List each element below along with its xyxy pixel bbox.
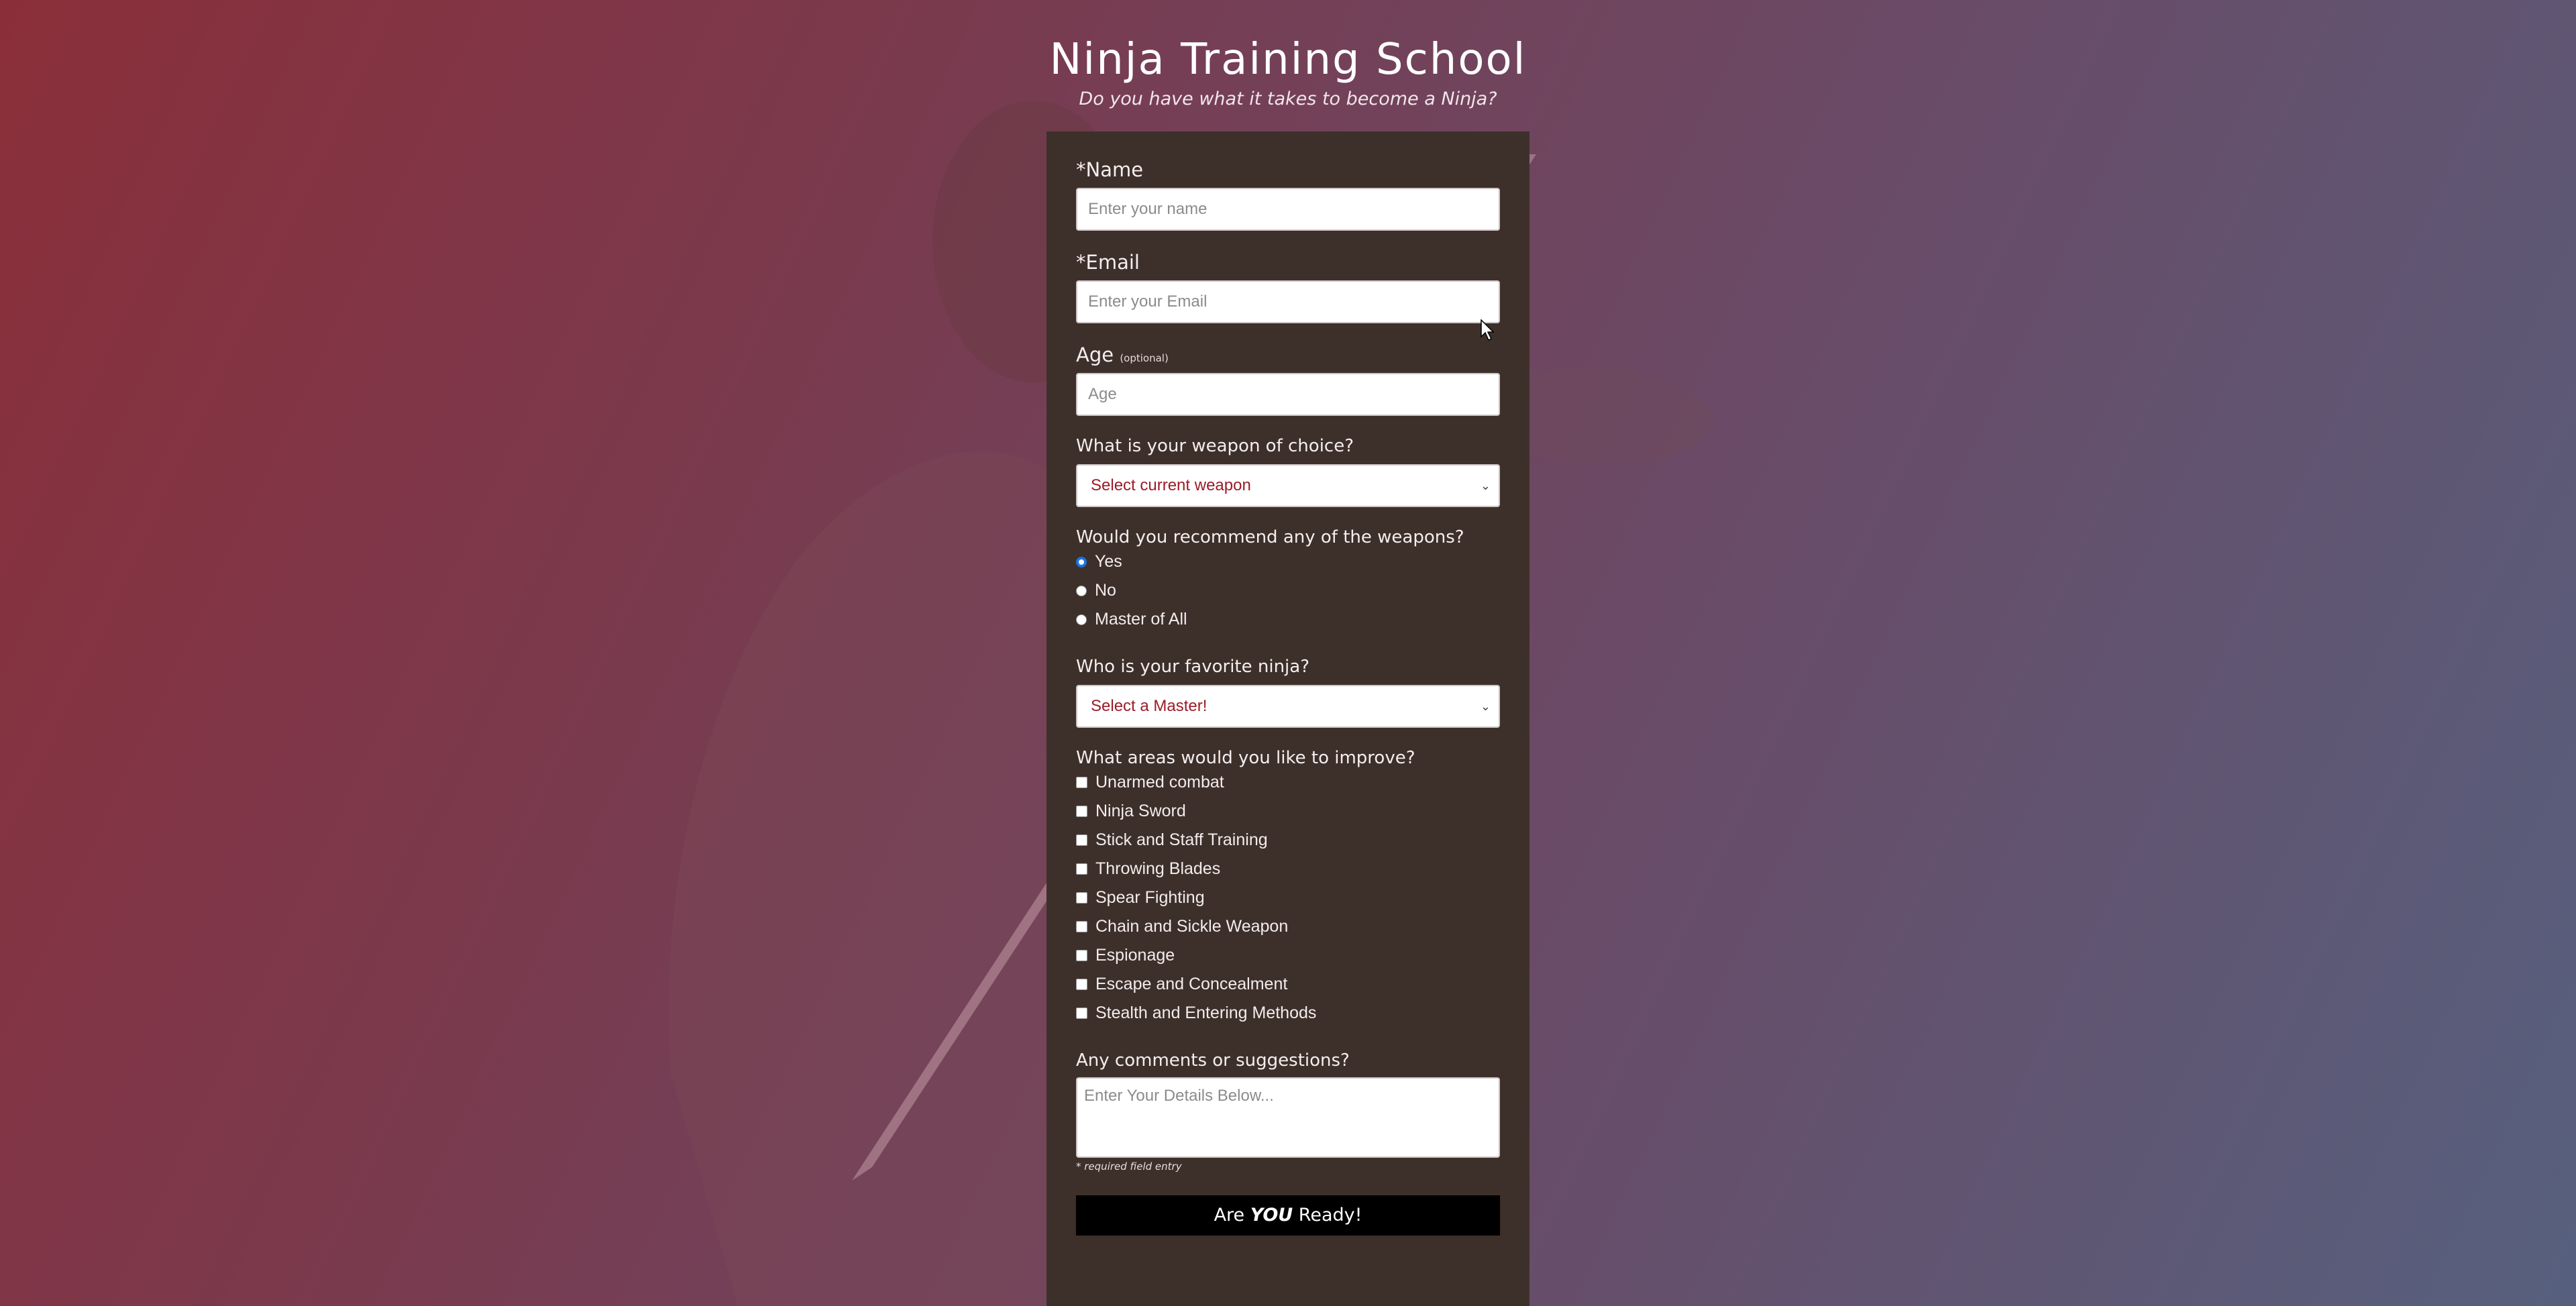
radio-option-no[interactable]: No	[1076, 576, 1500, 605]
page-header: Ninja Training School Do you have what i…	[738, 27, 1838, 109]
name-label: *Name	[1076, 158, 1144, 181]
weapon-group: What is your weapon of choice? Select cu…	[1076, 436, 1500, 507]
checkbox-option[interactable]: Chain and Sickle Weapon	[1076, 912, 1500, 941]
page-subtitle: Do you have what it takes to become a Ni…	[1079, 89, 1497, 109]
improve-label: What areas would you like to improve?	[1076, 748, 1415, 768]
radio-button[interactable]	[1076, 614, 1087, 625]
chevron-down-icon: ⌄	[1480, 700, 1491, 713]
radio-option-yes[interactable]: Yes	[1076, 547, 1500, 576]
checkbox-label: Throwing Blades	[1095, 859, 1221, 878]
checkbox-label: Escape and Concealment	[1095, 975, 1288, 993]
improve-group: What areas would you like to improve? Un…	[1076, 748, 1500, 1028]
age-label: Age	[1076, 343, 1114, 366]
checkbox-label: Stick and Staff Training	[1095, 830, 1268, 849]
checkbox-option[interactable]: Escape and Concealment	[1076, 970, 1500, 999]
email-input[interactable]	[1076, 280, 1500, 323]
recommend-group: Would you recommend any of the weapons? …	[1076, 527, 1500, 634]
checkbox-label: Espionage	[1095, 946, 1175, 965]
recommend-label: Would you recommend any of the weapons?	[1076, 527, 1464, 547]
checkbox-label: Stealth and Entering Methods	[1095, 1003, 1317, 1022]
mouse-cursor-icon	[1481, 319, 1495, 341]
favorite-ninja-select[interactable]: Select a Master! ⌄	[1076, 685, 1500, 728]
favorite-group: Who is your favorite ninja? Select a Mas…	[1076, 657, 1500, 728]
chevron-down-icon: ⌄	[1480, 479, 1491, 492]
weapon-select-value: Select current weapon	[1091, 476, 1251, 494]
required-note: * required field entry	[1076, 1160, 1182, 1173]
comments-label: Any comments or suggestions?	[1076, 1050, 1350, 1071]
name-group: *Name	[1076, 158, 1500, 231]
checkbox-label: Unarmed combat	[1095, 773, 1224, 792]
submit-emphasis: YOU	[1250, 1205, 1293, 1226]
checkbox[interactable]	[1076, 950, 1087, 961]
radio-label: No	[1095, 581, 1116, 600]
checkbox-label: Ninja Sword	[1095, 802, 1186, 820]
checkbox[interactable]	[1076, 1008, 1087, 1019]
age-optional-hint: (optional)	[1120, 352, 1169, 364]
age-label-row: Age (optional)	[1076, 343, 1500, 366]
checkbox[interactable]	[1076, 979, 1087, 990]
checkbox[interactable]	[1076, 834, 1087, 846]
checkbox-option[interactable]: Ninja Sword	[1076, 797, 1500, 826]
email-label: *Email	[1076, 251, 1140, 274]
checkbox-option[interactable]: Stick and Staff Training	[1076, 826, 1500, 855]
submit-button[interactable]: Are YOU Ready!	[1076, 1195, 1500, 1236]
checkbox[interactable]	[1076, 806, 1087, 817]
comments-group: Any comments or suggestions? Enter Your …	[1076, 1050, 1500, 1173]
age-group: Age (optional)	[1076, 343, 1500, 416]
radio-label: Master of All	[1095, 610, 1187, 629]
submit-prefix: Are	[1214, 1205, 1250, 1226]
submit-suffix: Ready!	[1293, 1205, 1362, 1226]
checkbox[interactable]	[1076, 777, 1087, 788]
name-input[interactable]	[1076, 188, 1500, 231]
checkbox-option[interactable]: Spear Fighting	[1076, 883, 1500, 912]
checkbox[interactable]	[1076, 892, 1087, 904]
checkbox[interactable]	[1076, 863, 1087, 875]
email-group: *Email	[1076, 251, 1500, 323]
page-title: Ninja Training School	[1049, 35, 1527, 85]
weapon-select[interactable]: Select current weapon ⌄	[1076, 464, 1500, 507]
weapon-label: What is your weapon of choice?	[1076, 436, 1354, 456]
survey-form: *Name *Email Age (optional) What is your…	[1046, 131, 1529, 1306]
comments-textarea[interactable]: Enter Your Details Below...	[1076, 1077, 1500, 1158]
checkbox-label: Chain and Sickle Weapon	[1095, 917, 1289, 936]
radio-button[interactable]	[1076, 585, 1087, 596]
favorite-select-value: Select a Master!	[1091, 697, 1208, 715]
checkbox-option[interactable]: Espionage	[1076, 941, 1500, 970]
radio-button[interactable]	[1076, 556, 1087, 567]
checkbox-option[interactable]: Stealth and Entering Methods	[1076, 999, 1500, 1028]
radio-label: Yes	[1095, 552, 1122, 571]
age-input[interactable]	[1076, 373, 1500, 416]
radio-option-master[interactable]: Master of All	[1076, 605, 1500, 634]
favorite-label: Who is your favorite ninja?	[1076, 657, 1310, 677]
checkbox-option[interactable]: Unarmed combat	[1076, 768, 1500, 797]
checkbox-option[interactable]: Throwing Blades	[1076, 855, 1500, 883]
checkbox[interactable]	[1076, 921, 1087, 932]
checkbox-label: Spear Fighting	[1095, 888, 1205, 907]
